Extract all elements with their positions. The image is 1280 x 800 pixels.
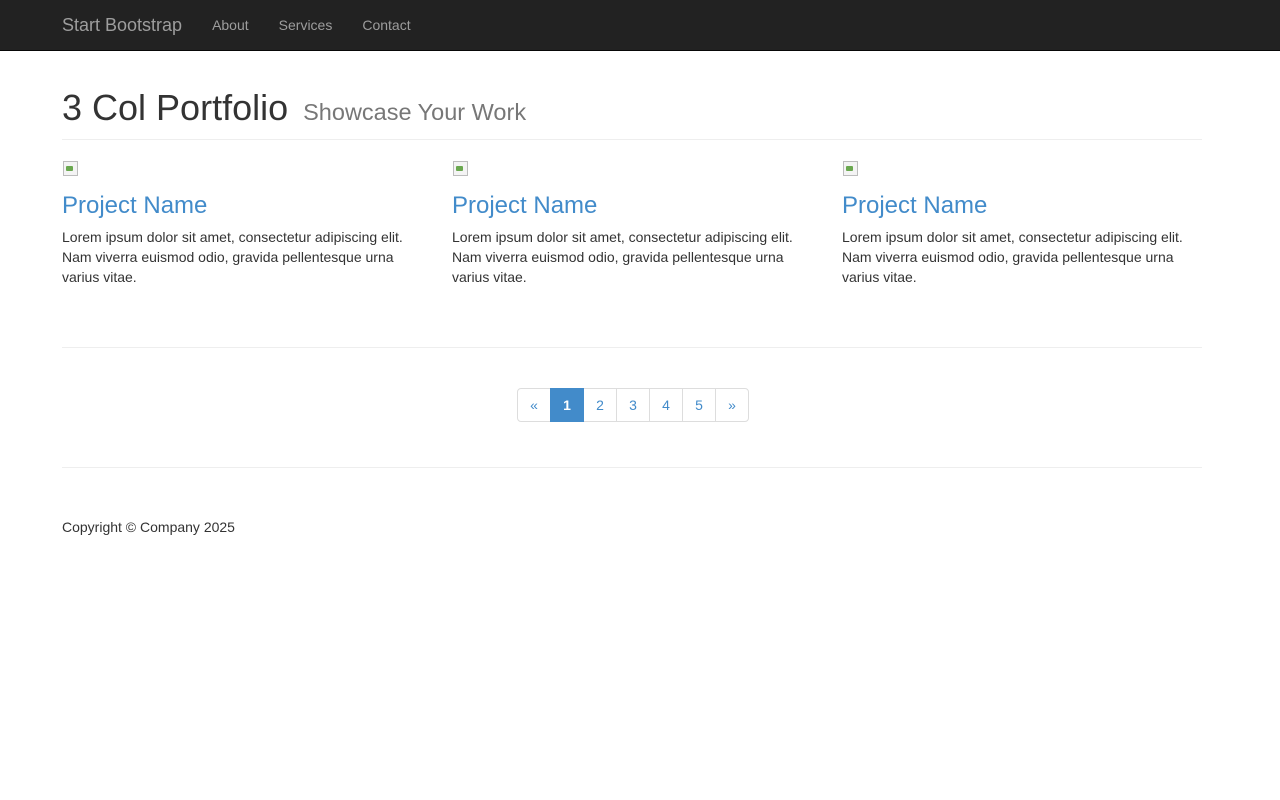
pagination-page-5[interactable]: 5 (682, 388, 716, 422)
nav-link-contact[interactable]: Contact (347, 0, 425, 50)
nav-link-services[interactable]: Services (264, 0, 348, 50)
pagination-page-4[interactable]: 4 (649, 388, 683, 422)
project-title-link[interactable]: Project Name (842, 192, 1202, 219)
footer: Copyright © Company 2025 (62, 518, 235, 538)
page-title: 3 Col Portfolio Showcase Your Work (62, 88, 1202, 128)
page-title-text: 3 Col Portfolio (62, 87, 289, 128)
project-image-icon[interactable] (842, 160, 858, 176)
divider (62, 347, 1202, 348)
pagination-page-1[interactable]: 1 (550, 388, 584, 422)
copyright-text: Copyright © Company 2025 (62, 519, 235, 535)
project-title-link[interactable]: Project Name (452, 192, 842, 219)
divider (62, 467, 1202, 468)
project-card: Project Name Lorem ipsum dolor sit amet,… (452, 160, 842, 287)
nav-link-about[interactable]: About (197, 0, 264, 50)
project-description: Lorem ipsum dolor sit amet, consectetur … (62, 229, 403, 286)
navbar-content: Start Bootstrap About Services Contact (62, 0, 426, 50)
project-image-icon[interactable] (62, 160, 78, 176)
project-image-icon[interactable] (452, 160, 468, 176)
page-subtitle: Showcase Your Work (303, 99, 527, 125)
projects-row: Project Name Lorem ipsum dolor sit amet,… (62, 160, 1202, 287)
project-card: Project Name Lorem ipsum dolor sit amet,… (842, 160, 1202, 287)
pagination: « 1 2 3 4 5 » (517, 388, 749, 422)
page-header: 3 Col Portfolio Showcase Your Work (62, 88, 1202, 140)
project-description: Lorem ipsum dolor sit amet, consectetur … (842, 229, 1183, 286)
navbar: Start Bootstrap About Services Contact (0, 0, 1280, 51)
brand-link[interactable]: Start Bootstrap (62, 0, 182, 50)
project-description: Lorem ipsum dolor sit amet, consectetur … (452, 229, 793, 286)
project-card: Project Name Lorem ipsum dolor sit amet,… (62, 160, 452, 287)
pagination-next-button[interactable]: » (715, 388, 749, 422)
pagination-prev-button[interactable]: « (517, 388, 551, 422)
pagination-page-3[interactable]: 3 (616, 388, 650, 422)
project-title-link[interactable]: Project Name (62, 192, 452, 219)
pagination-page-2[interactable]: 2 (583, 388, 617, 422)
